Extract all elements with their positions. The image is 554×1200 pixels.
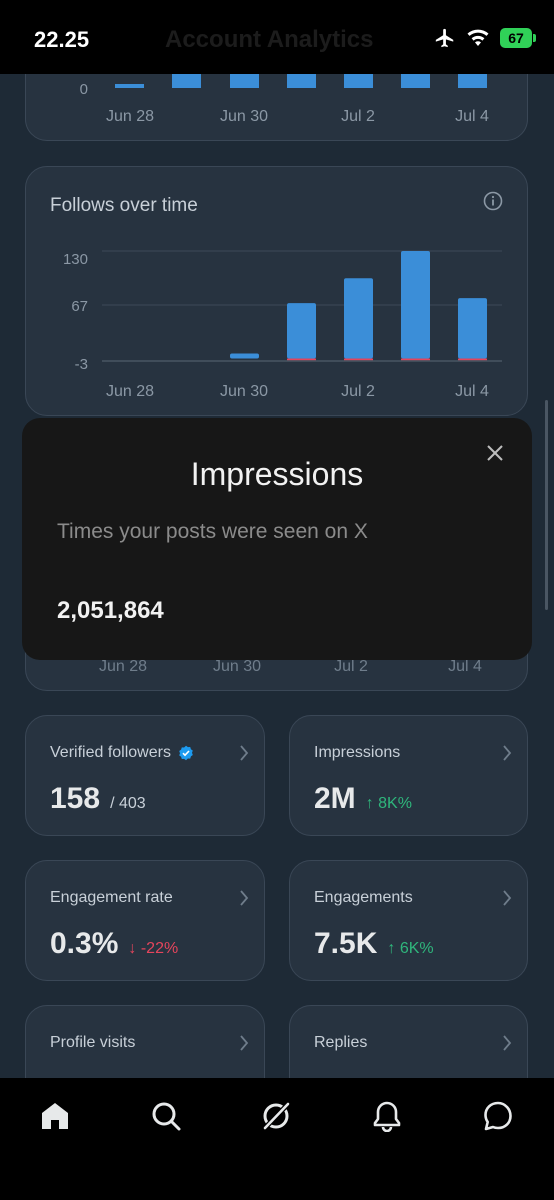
- battery-icon: 67: [500, 28, 536, 48]
- top-chart-bar: [115, 84, 144, 88]
- verified-badge-icon: [179, 745, 193, 761]
- stat-card-impressions[interactable]: Impressions 2M ↑ 8K%: [289, 715, 528, 836]
- x-tick-label: Jul 2: [334, 658, 368, 675]
- x-tick-label: Jun 30: [213, 658, 261, 675]
- stat-card-engagement-rate[interactable]: Engagement rate 0.3% ↓ -22%: [25, 860, 265, 981]
- stat-delta-value: 6K%: [399, 940, 434, 957]
- bar-group: [230, 251, 487, 361]
- battery-level: 67: [508, 30, 524, 46]
- popup-title: Impressions: [190, 456, 364, 492]
- top-chart-y-tick: 0: [80, 81, 88, 98]
- stat-delta: ↓ -22%: [128, 940, 178, 958]
- stat-delta-value: 8K%: [378, 795, 412, 812]
- popup-description: Times your posts were seen on X: [57, 520, 368, 543]
- top-chart-x-tick: Jul 4: [455, 108, 489, 125]
- header-title: Account Analytics: [165, 26, 374, 53]
- stat-value-row: 7.5K ↑ 6K%: [314, 927, 434, 961]
- top-chart-x-tick: Jun 30: [220, 108, 268, 125]
- nav-notifications[interactable]: [367, 1096, 407, 1136]
- unfollows-bar[interactable]: [401, 358, 430, 361]
- stat-label: Engagements: [314, 889, 413, 906]
- follows-bar[interactable]: [344, 278, 373, 359]
- arrow-down-icon: ↓: [128, 940, 137, 957]
- chevron-right-icon: [503, 890, 512, 906]
- stat-delta-value: -22%: [140, 940, 179, 957]
- follows-bar[interactable]: [458, 298, 487, 359]
- search-icon: [152, 1102, 181, 1131]
- arrow-up-icon: ↑: [365, 795, 374, 812]
- stat-label: Verified followers: [50, 744, 194, 762]
- stat-total: / 403: [110, 795, 146, 812]
- follows-bar[interactable]: [401, 251, 430, 359]
- stat-value-row: 2M ↑ 8K%: [314, 782, 412, 816]
- unfollows-bar[interactable]: [344, 358, 373, 361]
- stat-label: Replies: [314, 1034, 368, 1051]
- top-chart-x-tick: Jun 28: [106, 108, 154, 125]
- x-tick-label: Jun 28: [106, 383, 154, 400]
- stat-value: 0.3%: [50, 927, 119, 960]
- stat-value-row: 158 / 403: [50, 782, 146, 816]
- follows-bar[interactable]: [230, 353, 259, 359]
- impressions-tooltip-popup: Impressions Times your posts were seen o…: [22, 418, 532, 660]
- bell-icon: [373, 1101, 401, 1132]
- messages-icon: [484, 1101, 512, 1131]
- chevron-right-icon: [503, 1035, 512, 1051]
- bottom-nav: [0, 1078, 554, 1200]
- y-tick-label: 67: [71, 298, 88, 315]
- stat-card-verified-followers[interactable]: Verified followers 158 / 403: [25, 715, 265, 836]
- stat-value-row: 0.3% ↓ -22%: [50, 927, 178, 961]
- arrow-up-icon: ↑: [387, 940, 396, 957]
- status-icons: 67: [434, 27, 536, 49]
- follows-chart-svg: 130 67 -3 Jun 28 Jun 30 Jul 2 Jul 4: [63, 250, 502, 400]
- stat-delta: ↑ 6K%: [387, 940, 433, 958]
- x-tick-label: Jun 28: [99, 658, 147, 675]
- stat-card-engagements[interactable]: Engagements 7.5K ↑ 6K%: [289, 860, 528, 981]
- grok-icon: [262, 1101, 291, 1131]
- analytics-screen: 22.25 Account Analytics 67 0 Jun 28 Jun …: [0, 0, 554, 1200]
- scrollbar[interactable]: [545, 400, 548, 610]
- close-icon[interactable]: [484, 442, 506, 464]
- x-tick-label: Jul 4: [455, 383, 489, 400]
- stat-delta: ↑ 8K%: [366, 795, 412, 813]
- stat-value: 158: [50, 782, 101, 815]
- x-tick-label: Jun 30: [220, 383, 268, 400]
- wifi-icon: [467, 29, 489, 46]
- x-tick-label: Jul 4: [448, 658, 482, 675]
- follows-bar[interactable]: [287, 303, 316, 359]
- x-tick-label: Jul 2: [341, 383, 375, 400]
- nav-messages[interactable]: [478, 1096, 518, 1136]
- status-bar: 22.25 Account Analytics 67: [0, 0, 554, 74]
- nav-search[interactable]: [146, 1096, 186, 1136]
- stat-label: Profile visits: [50, 1034, 136, 1051]
- stat-label-text: Verified followers: [50, 744, 171, 761]
- home-icon: [42, 1103, 68, 1129]
- stat-value: 2M: [314, 782, 356, 815]
- stat-value: 7.5K: [314, 927, 378, 960]
- nav-grok[interactable]: [256, 1096, 296, 1136]
- chevron-right-icon: [240, 1035, 249, 1051]
- follows-chart-card: Follows over time 130 67 -3 Jun 28 Jun 3…: [25, 166, 528, 416]
- chevron-right-icon: [240, 890, 249, 906]
- stat-label: Engagement rate: [50, 889, 173, 906]
- stat-label: Impressions: [314, 744, 401, 761]
- unfollows-bar[interactable]: [458, 358, 487, 361]
- y-tick-label: -3: [75, 356, 88, 373]
- nav-home[interactable]: [35, 1096, 75, 1136]
- popup-value: 2,051,864: [57, 597, 164, 624]
- unfollows-bar[interactable]: [287, 358, 316, 361]
- top-chart-x-tick: Jul 2: [341, 108, 375, 125]
- chevron-right-icon: [240, 745, 249, 761]
- airplane-icon: [435, 28, 454, 48]
- status-time: 22.25: [34, 27, 90, 52]
- y-tick-label: 130: [63, 251, 88, 268]
- chevron-right-icon: [503, 745, 512, 761]
